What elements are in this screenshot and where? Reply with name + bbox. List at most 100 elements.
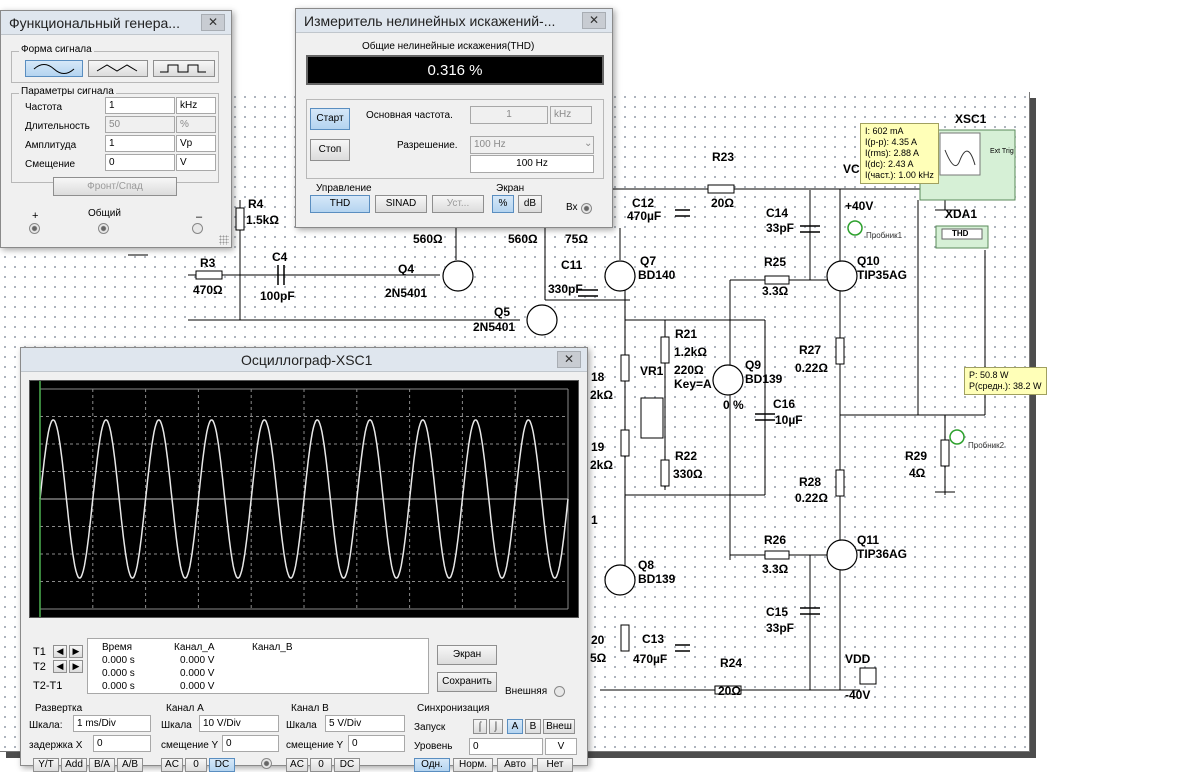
t1-right-arrow-icon[interactable]: ▶ (69, 645, 83, 658)
t2-left-arrow-icon[interactable]: ◀ (53, 660, 67, 673)
fundamental-unit[interactable]: kHz (550, 106, 592, 124)
close-icon[interactable]: ✕ (201, 14, 225, 31)
label-r75: 75Ω (565, 232, 588, 246)
start-button[interactable]: Старт (310, 108, 350, 130)
common-terminal[interactable] (98, 223, 109, 234)
amplitude-input[interactable]: 1 (105, 135, 175, 152)
chb-dc-button[interactable]: DC (334, 758, 360, 772)
minus-terminal[interactable] (192, 223, 203, 234)
cha-scale-label: Шкала (161, 720, 192, 731)
timebase-delay-input[interactable]: 0 (93, 735, 151, 752)
none-trigger-button[interactable]: Нет (537, 758, 573, 772)
input-terminal[interactable] (581, 203, 592, 214)
label-r4-value: 1.5kΩ (246, 213, 279, 227)
scope-titlebar[interactable]: Осциллограф-XSC1 ✕ (21, 348, 587, 372)
timebase-scale-input[interactable]: 1 ms/Div (73, 715, 151, 732)
screen-group-title: Экран (496, 183, 525, 194)
triangle-wave-button[interactable] (88, 60, 148, 77)
rise-fall-button[interactable]: Фронт/Спад (53, 177, 177, 196)
cha-offset-input[interactable]: 0 (222, 735, 279, 752)
label-c12-value: 470µF (627, 209, 662, 223)
sine-wave-button[interactable] (25, 60, 83, 77)
plus-terminal[interactable] (29, 223, 40, 234)
offset-unit[interactable]: V (176, 154, 216, 171)
ba-button[interactable]: B/A (89, 758, 115, 772)
scope-screen[interactable] (29, 380, 579, 618)
chb-scale-input[interactable]: 5 V/Div (325, 715, 405, 732)
probe2-tooltip: P: 50.8 W P(средн.): 38.2 W (964, 367, 1047, 395)
function-generator-window[interactable]: Функциональный генера... ✕ Форма сигнала… (0, 10, 232, 248)
label-r4: R4 (248, 197, 264, 211)
label-cut2k2: 2kΩ (590, 458, 613, 472)
trigger-level-input[interactable]: 0 (469, 738, 543, 755)
resize-grip[interactable] (219, 235, 229, 245)
fgen-title: Функциональный генера... (9, 15, 180, 31)
trigger-ext-button[interactable]: Внеш (543, 719, 575, 734)
square-wave-icon (160, 64, 206, 73)
label-r3: R3 (200, 256, 216, 270)
probe1-line: I(p-p): 4.35 A (865, 137, 918, 147)
rising-edge-icon[interactable]: ⌠ (473, 719, 487, 734)
label-q9: Q9 (745, 358, 762, 372)
auto-trigger-button[interactable]: Авто (497, 758, 533, 772)
square-wave-button[interactable] (153, 60, 215, 77)
yt-button[interactable]: Y/T (33, 758, 59, 772)
scope-waveform (39, 381, 569, 617)
sinad-button[interactable]: SINAD (375, 195, 427, 213)
falling-edge-icon[interactable]: ⌡ (489, 719, 503, 734)
stop-button[interactable]: Стоп (310, 139, 350, 161)
label-q7-type: BD140 (638, 268, 676, 282)
chb-offset-input[interactable]: 0 (348, 735, 405, 752)
dist-titlebar[interactable]: Измеритель нелинейных искажений-... ✕ (296, 9, 612, 33)
settings-button[interactable]: Уст... (432, 195, 484, 213)
screen-button[interactable]: Экран (437, 645, 497, 665)
cha-terminal[interactable] (261, 758, 272, 769)
label-r24-value: 20Ω (718, 684, 741, 698)
oscilloscope-window[interactable]: Осциллограф-XSC1 ✕ T1 ◀ ▶ T2 ◀ ▶ T2-T1 В… (20, 347, 588, 772)
distortion-analyzer-window[interactable]: Измеритель нелинейных искажений-... ✕ Об… (295, 8, 613, 228)
single-trigger-button[interactable]: Одн. (414, 758, 450, 772)
percent-button[interactable]: % (492, 195, 514, 213)
label-r28-value: 0.22Ω (795, 491, 828, 505)
amplitude-label: Амплитуда (25, 140, 77, 151)
cursor-t2t1-label: T2-T1 (33, 680, 63, 692)
label-minus40v: -40V (845, 688, 871, 702)
duty-cycle-unit[interactable]: % (176, 116, 216, 133)
ab-button[interactable]: A/B (117, 758, 143, 772)
t2-right-arrow-icon[interactable]: ▶ (69, 660, 83, 673)
chb-ac-button[interactable]: AC (286, 758, 308, 772)
external-trigger-terminal[interactable] (554, 686, 565, 697)
close-icon[interactable]: ✕ (582, 12, 606, 29)
label-r29: R29 (905, 449, 928, 463)
duty-cycle-input[interactable]: 50 (105, 116, 175, 133)
cha-zero-button[interactable]: 0 (185, 758, 207, 772)
label-r23: R23 (712, 150, 735, 164)
chb-zero-button[interactable]: 0 (310, 758, 332, 772)
label-r27-value: 0.22Ω (795, 361, 828, 375)
add-button[interactable]: Add (61, 758, 87, 772)
t1-left-arrow-icon[interactable]: ◀ (53, 645, 67, 658)
frequency-input[interactable]: 1 (105, 97, 175, 114)
save-button[interactable]: Сохранить (437, 672, 497, 692)
resolution-select[interactable]: 100 Hz (470, 136, 594, 154)
cha-offset-label: смещение Y (161, 740, 219, 751)
trigger-b-button[interactable]: B (525, 719, 541, 734)
fgen-titlebar[interactable]: Функциональный генера... ✕ (1, 11, 231, 35)
label-q11-type: TIP36AG (857, 547, 908, 561)
offset-input[interactable]: 0 (105, 154, 175, 171)
trigger-level-unit[interactable]: V (545, 738, 577, 755)
db-button[interactable]: dB (518, 195, 542, 213)
channel-a-group-title: Канал A (166, 703, 204, 714)
fundamental-input[interactable]: 1 (470, 106, 548, 124)
thd-button[interactable]: THD (310, 195, 370, 213)
frequency-unit[interactable]: kHz (176, 97, 216, 114)
trigger-a-button[interactable]: A (507, 719, 523, 734)
amplitude-unit[interactable]: Vp (176, 135, 216, 152)
cha-dc-button[interactable]: DC (209, 758, 235, 772)
chevron-down-icon[interactable]: ⌄ (584, 138, 592, 149)
close-icon[interactable]: ✕ (557, 351, 581, 368)
normal-trigger-button[interactable]: Норм. (453, 758, 493, 772)
label-key: Key=A (674, 377, 712, 391)
cha-ac-button[interactable]: AC (161, 758, 183, 772)
cha-scale-input[interactable]: 10 V/Div (199, 715, 279, 732)
